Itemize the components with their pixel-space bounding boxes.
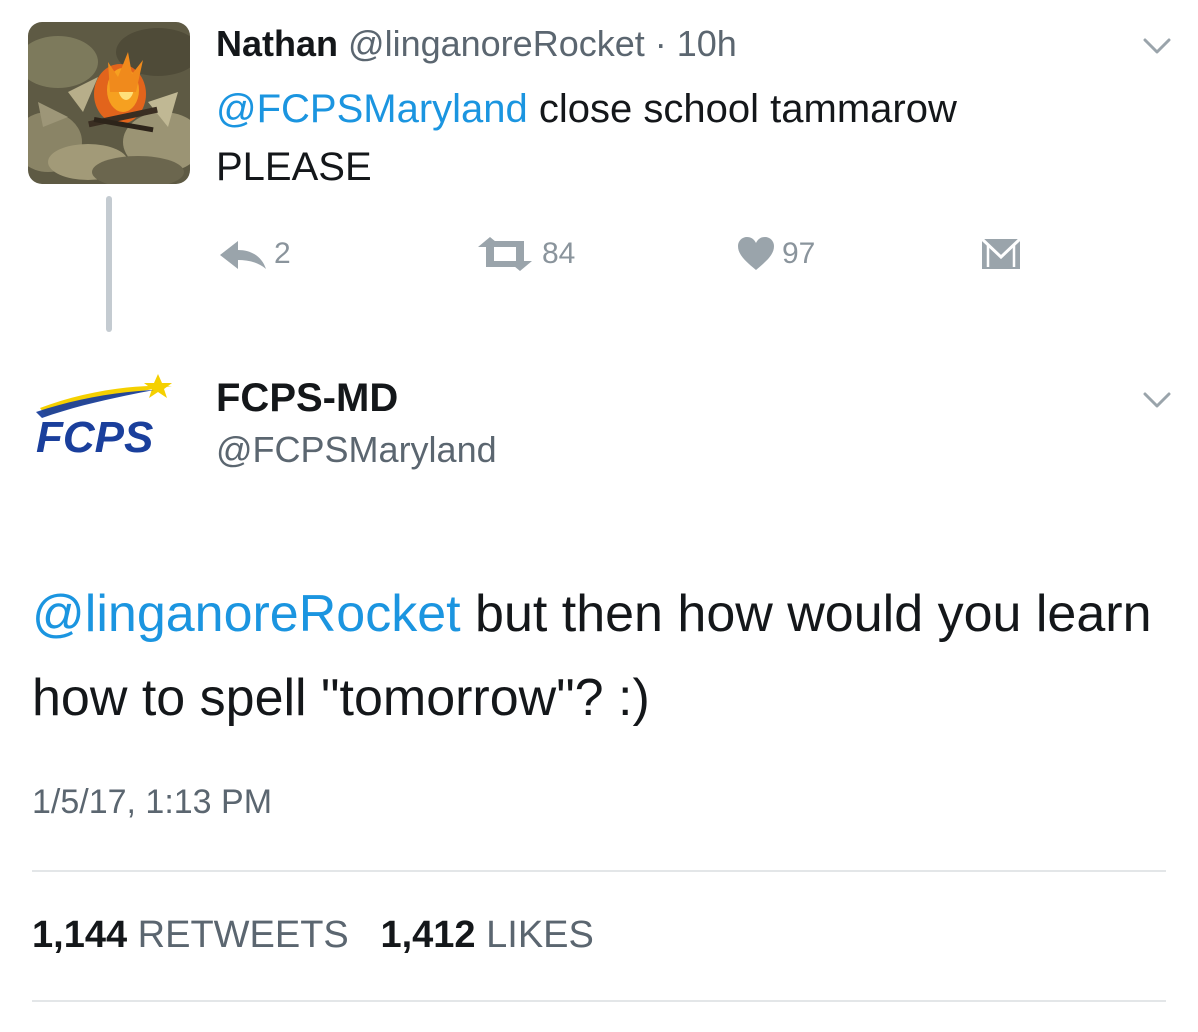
tweet-timestamp[interactable]: 1/5/17, 1:13 PM <box>32 780 272 824</box>
likes-label: LIKES <box>486 914 594 956</box>
chevron-down-icon[interactable] <box>1142 36 1172 56</box>
thread-connector-line <box>106 196 112 332</box>
retweet-count: 84 <box>542 237 576 270</box>
mention-link[interactable]: @linganoreRocket <box>32 585 461 643</box>
parent-tweet[interactable]: Nathan @linganoreRocket · 10h @FCPSMaryl… <box>0 0 1198 340</box>
author-name[interactable]: FCPS-MD <box>216 374 398 422</box>
chevron-down-icon[interactable] <box>1142 390 1172 410</box>
divider <box>32 1000 1166 1002</box>
author-name[interactable]: Nathan <box>216 23 338 64</box>
retweet-button[interactable]: 84 <box>474 234 575 274</box>
separator-dot: · <box>654 23 667 64</box>
fcps-logo: FCPS <box>36 374 172 462</box>
author-handle[interactable]: @linganoreRocket <box>348 23 645 64</box>
like-count: 97 <box>782 237 816 270</box>
mention-link[interactable]: @FCPSMaryland <box>216 87 528 131</box>
tweet-time[interactable]: 10h <box>677 23 737 64</box>
campfire-photo-avatar <box>28 22 190 184</box>
parent-tweet-text: @FCPSMaryland close school tammarow PLEA… <box>216 80 1116 196</box>
retweets-label: RETWEETS <box>137 914 349 956</box>
divider <box>32 870 1166 872</box>
main-tweet-text: @linganoreRocket but then how would you … <box>32 572 1162 740</box>
tweet-text-line2: PLEASE <box>216 145 372 189</box>
like-button[interactable]: 97 <box>736 234 815 274</box>
author-handle[interactable]: @FCPSMaryland <box>216 428 497 472</box>
likes-count: 1,412 <box>380 914 476 956</box>
reply-count: 2 <box>274 237 291 270</box>
engagement-stats: 1,144 RETWEETS 1,412 LIKES <box>32 910 594 960</box>
retweets-count: 1,144 <box>32 914 128 956</box>
fcps-logo-text: FCPS <box>36 413 153 460</box>
retweet-icon <box>478 237 532 271</box>
likes-stat[interactable]: 1,412 LIKES <box>380 914 593 956</box>
direct-message-button[interactable] <box>980 234 1028 274</box>
envelope-icon <box>980 237 1022 269</box>
parent-tweet-header: Nathan @linganoreRocket · 10h <box>216 20 737 68</box>
heart-icon <box>738 237 774 270</box>
tweet-text-rest: close school tammarow <box>538 87 957 131</box>
fcps-logo-avatar[interactable]: FCPS <box>32 370 182 462</box>
avatar[interactable] <box>28 22 190 184</box>
reply-button[interactable]: 2 <box>216 234 291 274</box>
reply-icon <box>220 241 266 269</box>
retweets-stat[interactable]: 1,144 RETWEETS <box>32 914 359 956</box>
